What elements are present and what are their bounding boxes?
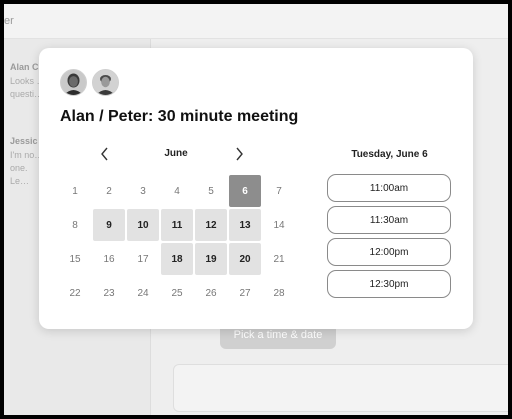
calendar-day-selected[interactable]: 6: [228, 174, 262, 208]
calendar-day: 14: [273, 219, 285, 231]
month-label: June: [164, 148, 188, 159]
calendar-day: 4: [174, 185, 180, 197]
calendar-day-available[interactable]: 18: [160, 242, 194, 276]
calendar-week-row: 1 2 3 4 5 6 7: [58, 174, 296, 208]
scheduling-modal: Alan / Peter: 30 minute meeting June 123…: [39, 48, 473, 329]
calendar-day: 16: [103, 253, 115, 265]
calendar-day-available[interactable]: 11: [160, 208, 194, 242]
calendar-day: 17: [137, 253, 149, 265]
calendar-week-row: 8 9 10 11 12 13 14: [58, 208, 296, 242]
alan-avatar: [60, 69, 87, 96]
calendar-day-available[interactable]: 20: [228, 242, 262, 276]
calendar-day-available[interactable]: 13: [228, 208, 262, 242]
calendar-day-available[interactable]: 10: [126, 208, 160, 242]
calendar-day-available[interactable]: 12: [194, 208, 228, 242]
time-slot-list: 11:00am 11:30am 12:00pm 12:30pm: [327, 174, 451, 302]
calendar-day: 23: [103, 287, 115, 299]
calendar-week-row: 15 16 17 18 19 20 21: [58, 242, 296, 276]
message-input[interactable]: [173, 364, 508, 412]
calendar-day: 27: [239, 287, 251, 299]
calendar-day: 5: [208, 185, 214, 197]
calendar-day: 24: [137, 287, 149, 299]
app-header-title: er: [4, 15, 14, 27]
calendar-week-row: 22 23 24 25 26 27 28: [58, 276, 296, 310]
chevron-left-icon[interactable]: [96, 144, 114, 164]
calendar-day: 25: [171, 287, 183, 299]
calendar-day-available[interactable]: 9: [92, 208, 126, 242]
calendar-day: 15: [69, 253, 81, 265]
peter-avatar: [92, 69, 119, 96]
calendar-day: 2: [106, 185, 112, 197]
meeting-title: Alan / Peter: 30 minute meeting: [60, 108, 299, 125]
chevron-right-icon[interactable]: [230, 144, 248, 164]
calendar-day: 22: [69, 287, 81, 299]
calendar-day: 8: [72, 219, 78, 231]
selected-date-heading: Tuesday, June 6: [351, 149, 428, 160]
calendar-day: 3: [140, 185, 146, 197]
time-slot-button[interactable]: 11:30am: [327, 206, 451, 234]
time-slot-button[interactable]: 11:00am: [327, 174, 451, 202]
calendar-day: 21: [273, 253, 285, 265]
calendar-day-available[interactable]: 19: [194, 242, 228, 276]
time-slot-button[interactable]: 12:00pm: [327, 238, 451, 266]
calendar-day: 26: [205, 287, 217, 299]
month-navigation: June: [96, 144, 256, 164]
calendar-day: 7: [276, 185, 282, 197]
calendar-day: 1: [72, 185, 78, 197]
time-slot-button[interactable]: 12:30pm: [327, 270, 451, 298]
app-header: er: [4, 4, 508, 39]
calendar-grid: 1 2 3 4 5 6 7 8 9 10 11 12 13 14 15 16 17 18 19 20 21 22 23 24 2…: [58, 174, 296, 310]
calendar-day: 28: [273, 287, 285, 299]
